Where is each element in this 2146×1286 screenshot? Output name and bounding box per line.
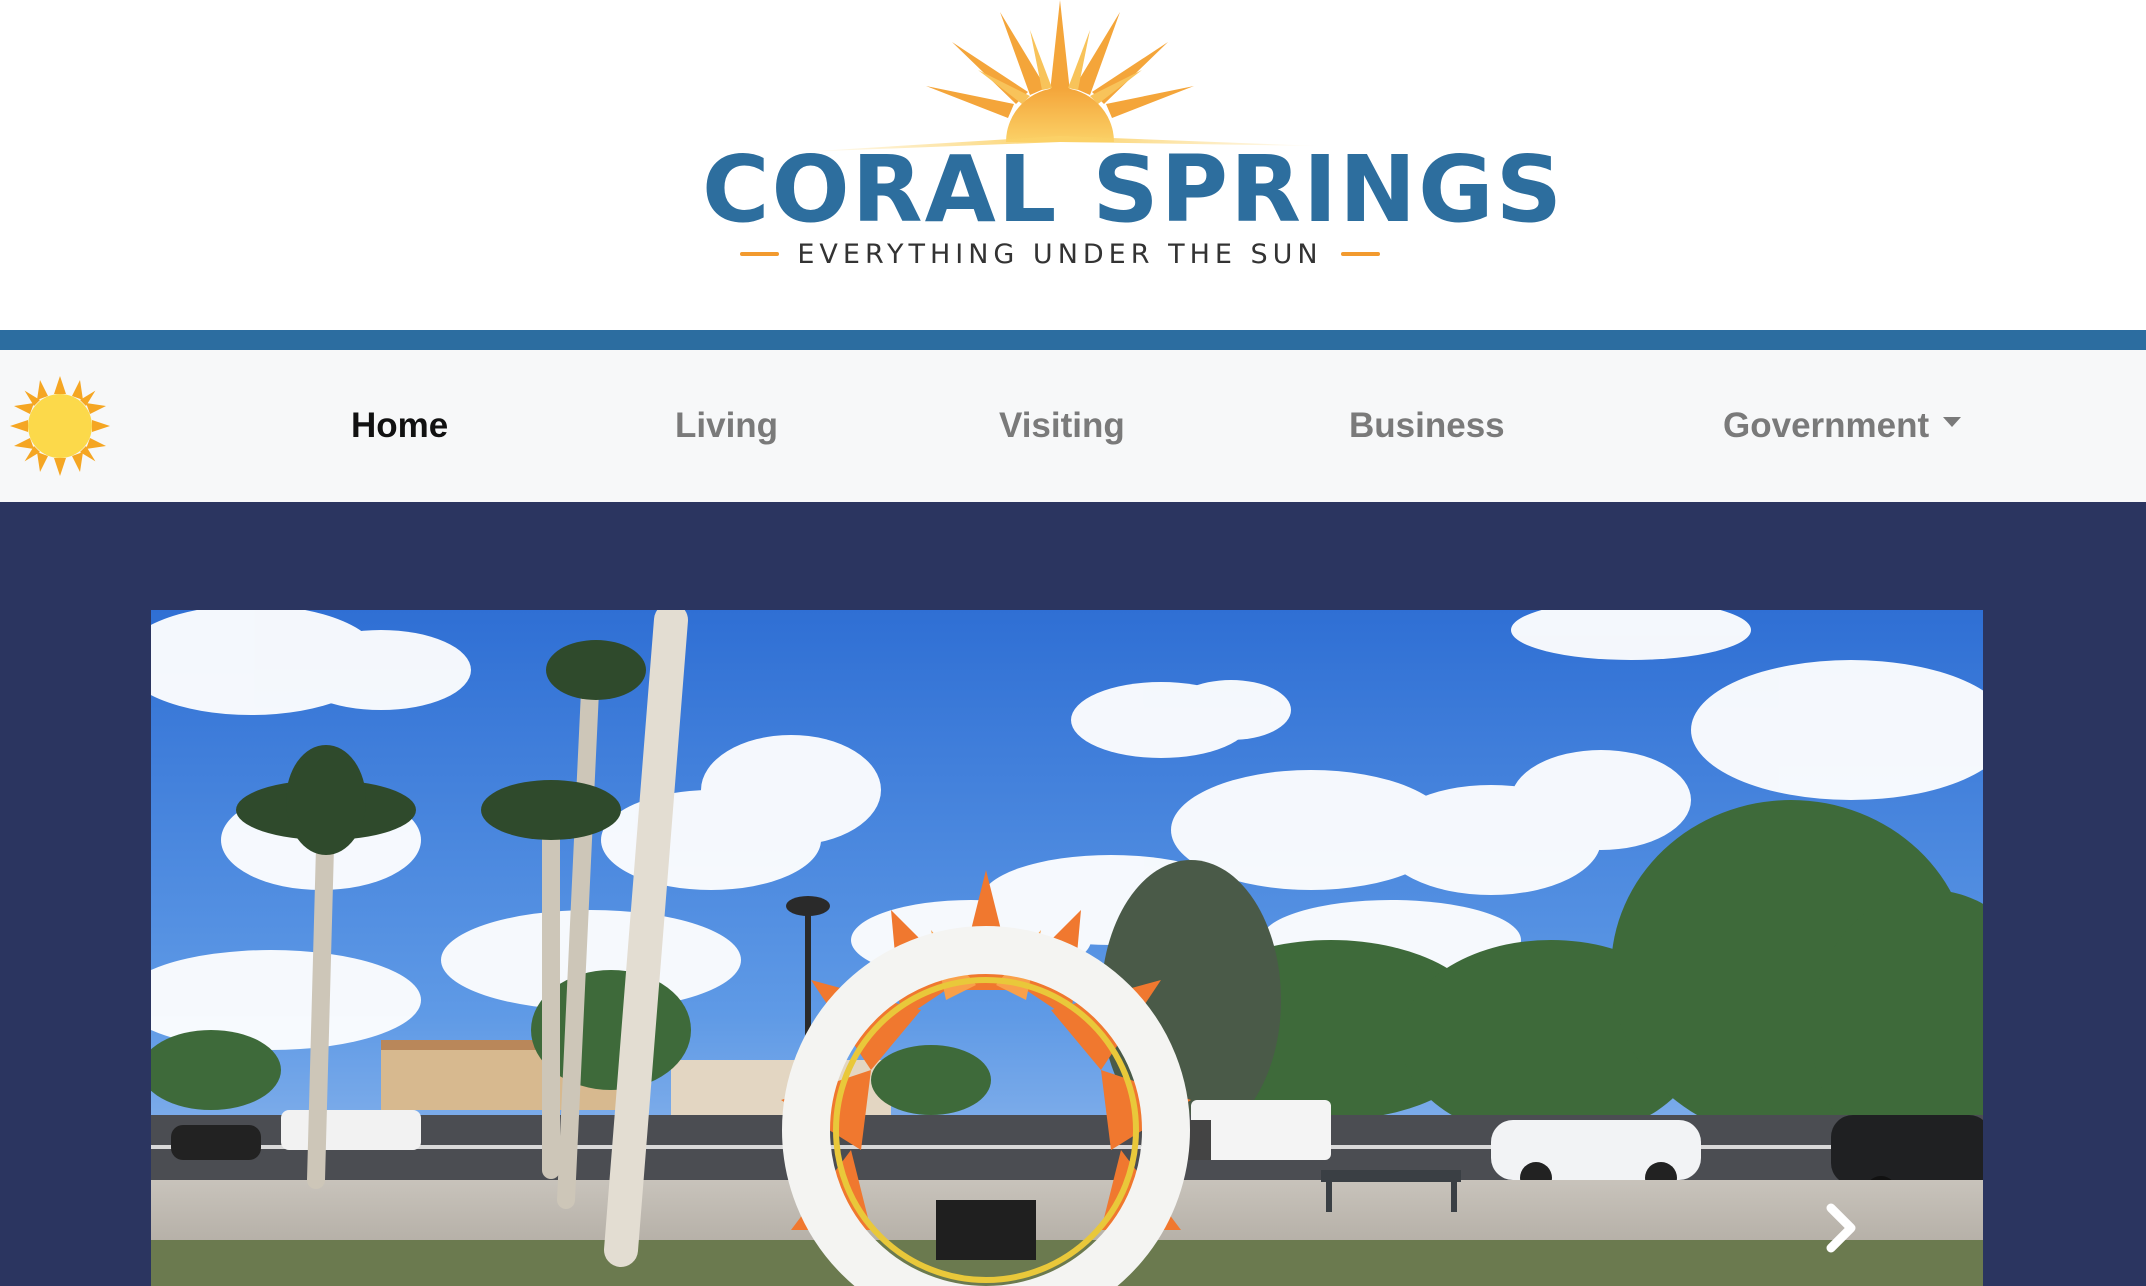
logo-tagline-row: EVERYTHING UNDER THE SUN <box>740 236 1380 272</box>
carousel-next-button[interactable] <box>1823 1198 1863 1258</box>
sun-icon[interactable] <box>8 374 112 478</box>
header-divider <box>0 330 2146 350</box>
chevron-right-icon <box>1826 1203 1856 1253</box>
nav-visiting[interactable]: Visiting <box>999 400 1125 452</box>
site-logo[interactable]: CORAL SPRINGS EVERYTHING UNDER THE SUN <box>690 0 1564 280</box>
hero-carousel[interactable] <box>151 610 1983 1286</box>
tagline-dash-right <box>1340 252 1380 256</box>
nav-living[interactable]: Living <box>675 400 778 452</box>
caret-down-icon <box>1943 416 1962 427</box>
main-navbar: Home Living Visiting Business Government <box>0 350 2146 502</box>
nav-government-label: Government <box>1723 406 1930 445</box>
nav-business[interactable]: Business <box>1349 400 1505 452</box>
logo-title: CORAL SPRINGS <box>702 136 1564 243</box>
site-header: CORAL SPRINGS EVERYTHING UNDER THE SUN <box>0 0 2146 330</box>
hero-section <box>0 502 2146 1286</box>
logo-tagline: EVERYTHING UNDER THE SUN <box>797 238 1323 270</box>
nav-government-dropdown[interactable]: Government <box>1723 400 1962 452</box>
tagline-dash-left <box>740 252 780 256</box>
nav-home[interactable]: Home <box>351 400 448 452</box>
slide-image <box>151 610 1983 1286</box>
